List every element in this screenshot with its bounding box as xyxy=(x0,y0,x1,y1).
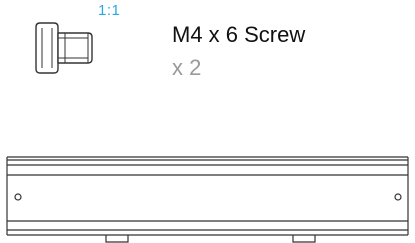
screw-icon xyxy=(35,22,93,74)
din-rail-icon xyxy=(6,156,409,243)
part-quantity: x 2 xyxy=(172,55,202,80)
part-name: M4 x 6 Screw xyxy=(172,22,306,47)
scale-label: 1:1 xyxy=(98,2,121,19)
